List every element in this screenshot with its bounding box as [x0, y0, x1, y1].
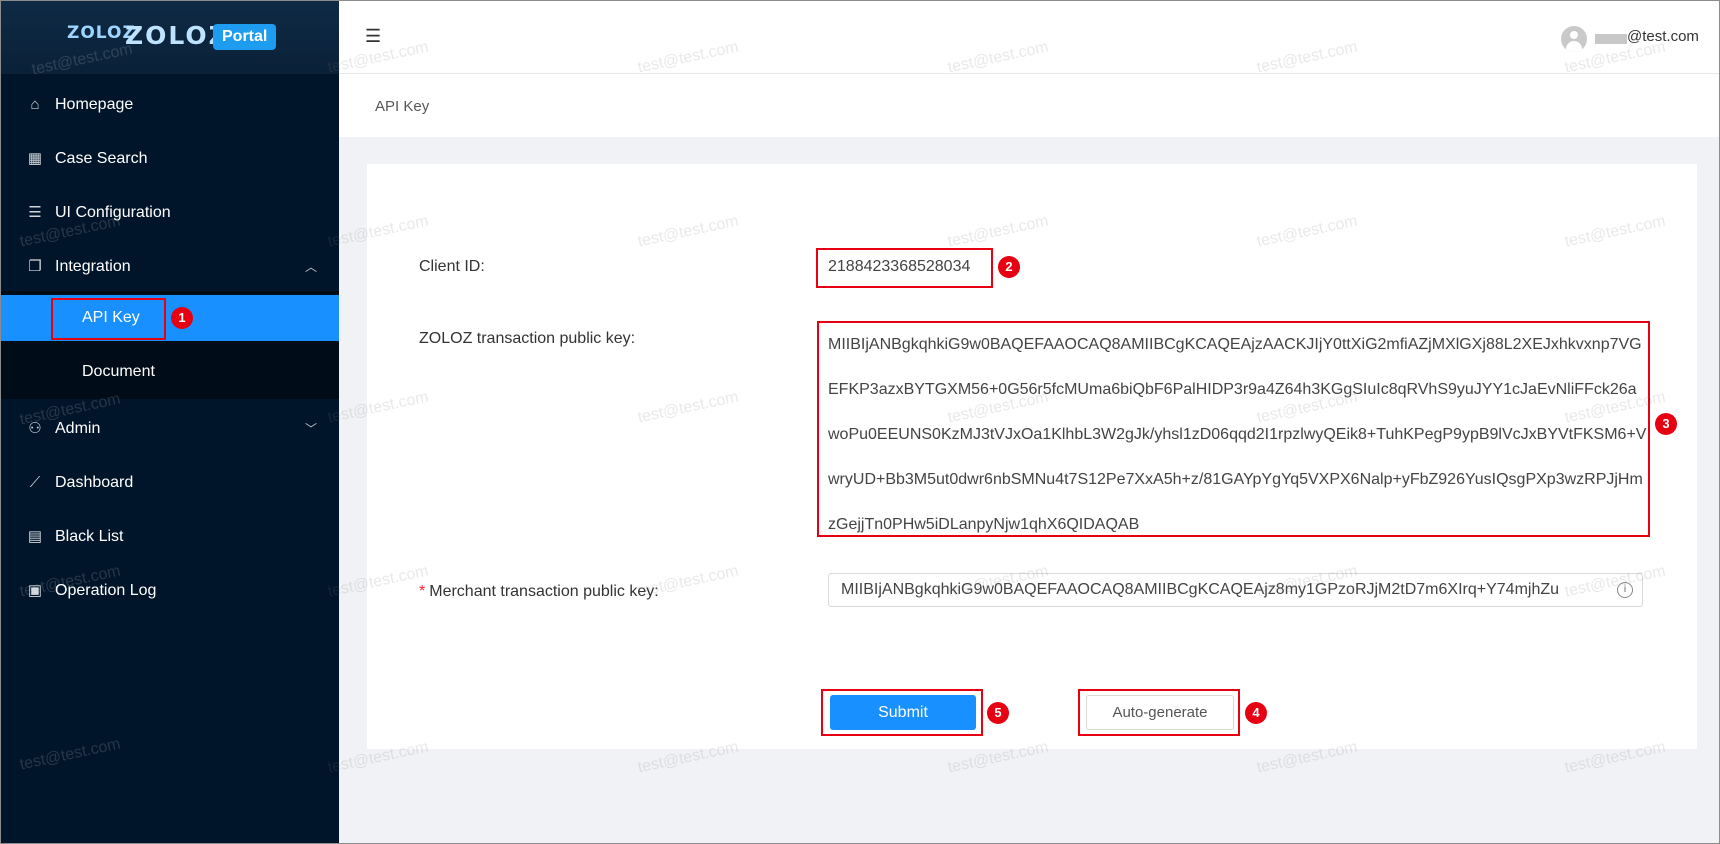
auto-generate-button[interactable]: Auto-generate [1086, 695, 1234, 730]
merchant-key-label-text: Merchant transaction public key: [429, 583, 659, 600]
zoloz-key-label: ZOLOZ transaction public key: [419, 330, 636, 347]
sidebar-item-admin[interactable]: ⚇ Admin ﹀ [1, 402, 339, 456]
info-icon[interactable]: i [1617, 582, 1633, 598]
sidebar-item-dashboard[interactable]: ⟋ Dashboard [1, 456, 339, 510]
submit-button[interactable]: Submit [830, 695, 976, 730]
sidebar-item-label: Black List [55, 528, 124, 545]
sidebar-item-case-search[interactable]: ▦ Case Search [1, 132, 339, 186]
sidebar-item-integration[interactable]: ❐ Integration ︿ [1, 240, 339, 294]
client-id-label: Client ID: [419, 258, 485, 275]
annotation-marker-5: 5 [987, 702, 1009, 724]
sidebar: ZOLOZ ZOLOZ Portal ⌂ Homepage ▦ Case Sea… [1, 1, 339, 843]
annotation-marker-2: 2 [998, 256, 1020, 278]
zoloz-public-key-value: MIIBIjANBgkqhkiG9w0BAQEFAAOCAQ8AMIIBCgKC… [828, 336, 1647, 533]
sidebar-item-ui-configuration[interactable]: ☰ UI Configuration [1, 186, 339, 240]
logo-bar: ZOLOZ ZOLOZ Portal [1, 1, 339, 74]
sidebar-item-api-key[interactable]: API Key [1, 295, 339, 341]
annotation-marker-1: 1 [171, 307, 193, 329]
api-key-card: Client ID: 2188423368528034 ZOLOZ transa… [367, 164, 1697, 749]
chevron-up-icon: ︿ [305, 260, 318, 274]
required-mark: * [419, 583, 426, 600]
sidebar-item-label: Dashboard [55, 474, 134, 491]
sidebar-item-label: Integration [55, 258, 131, 275]
breadcrumb: API Key [375, 98, 430, 115]
sidebar-item-label: UI Configuration [55, 204, 171, 221]
chevron-down-icon: ﹀ [305, 422, 318, 436]
annotation-marker-3: 3 [1655, 413, 1677, 435]
merchant-public-key-input[interactable] [828, 573, 1643, 607]
log-icon: ▣ [27, 582, 43, 599]
sidebar-item-label: Admin [55, 420, 101, 437]
app-window: ZOLOZ ZOLOZ Portal ⌂ Homepage ▦ Case Sea… [0, 0, 1720, 844]
menu-fold-icon[interactable]: ☰ [365, 26, 381, 47]
table-icon: ▦ [27, 150, 43, 167]
users-icon: ⚇ [28, 420, 42, 437]
sidebar-item-black-list[interactable]: ▤ Black List [1, 510, 339, 564]
breadcrumb-bar: API Key [339, 74, 1719, 137]
avatar[interactable] [1561, 26, 1587, 52]
user-email[interactable]: @test.com [1627, 28, 1699, 45]
sidebar-item-document[interactable]: Document [1, 349, 339, 395]
sidebar-item-label: Document [82, 363, 155, 380]
sidebar-item-operation-log[interactable]: ▣ Operation Log [1, 564, 339, 618]
sidebar-item-label: Homepage [55, 96, 134, 113]
document-icon: ❐ [28, 258, 42, 275]
redacted-username [1595, 34, 1627, 44]
sidebar-item-label: API Key [82, 309, 140, 326]
sidebar-item-label: Operation Log [55, 582, 157, 599]
annotation-marker-4: 4 [1245, 702, 1267, 724]
portal-badge: Portal [213, 24, 277, 50]
sidebar-item-homepage[interactable]: ⌂ Homepage [1, 78, 339, 132]
sidebar-item-label: Case Search [55, 150, 148, 167]
header: ☰ @test.com [339, 1, 1719, 74]
home-icon: ⌂ [30, 96, 40, 113]
list-icon: ☰ [28, 204, 42, 221]
blacklist-icon: ▤ [27, 528, 43, 545]
chart-icon: ⟋ [29, 474, 41, 491]
merchant-key-label: * Merchant transaction public key: [419, 583, 659, 601]
client-id-value: 2188423368528034 [828, 258, 971, 275]
